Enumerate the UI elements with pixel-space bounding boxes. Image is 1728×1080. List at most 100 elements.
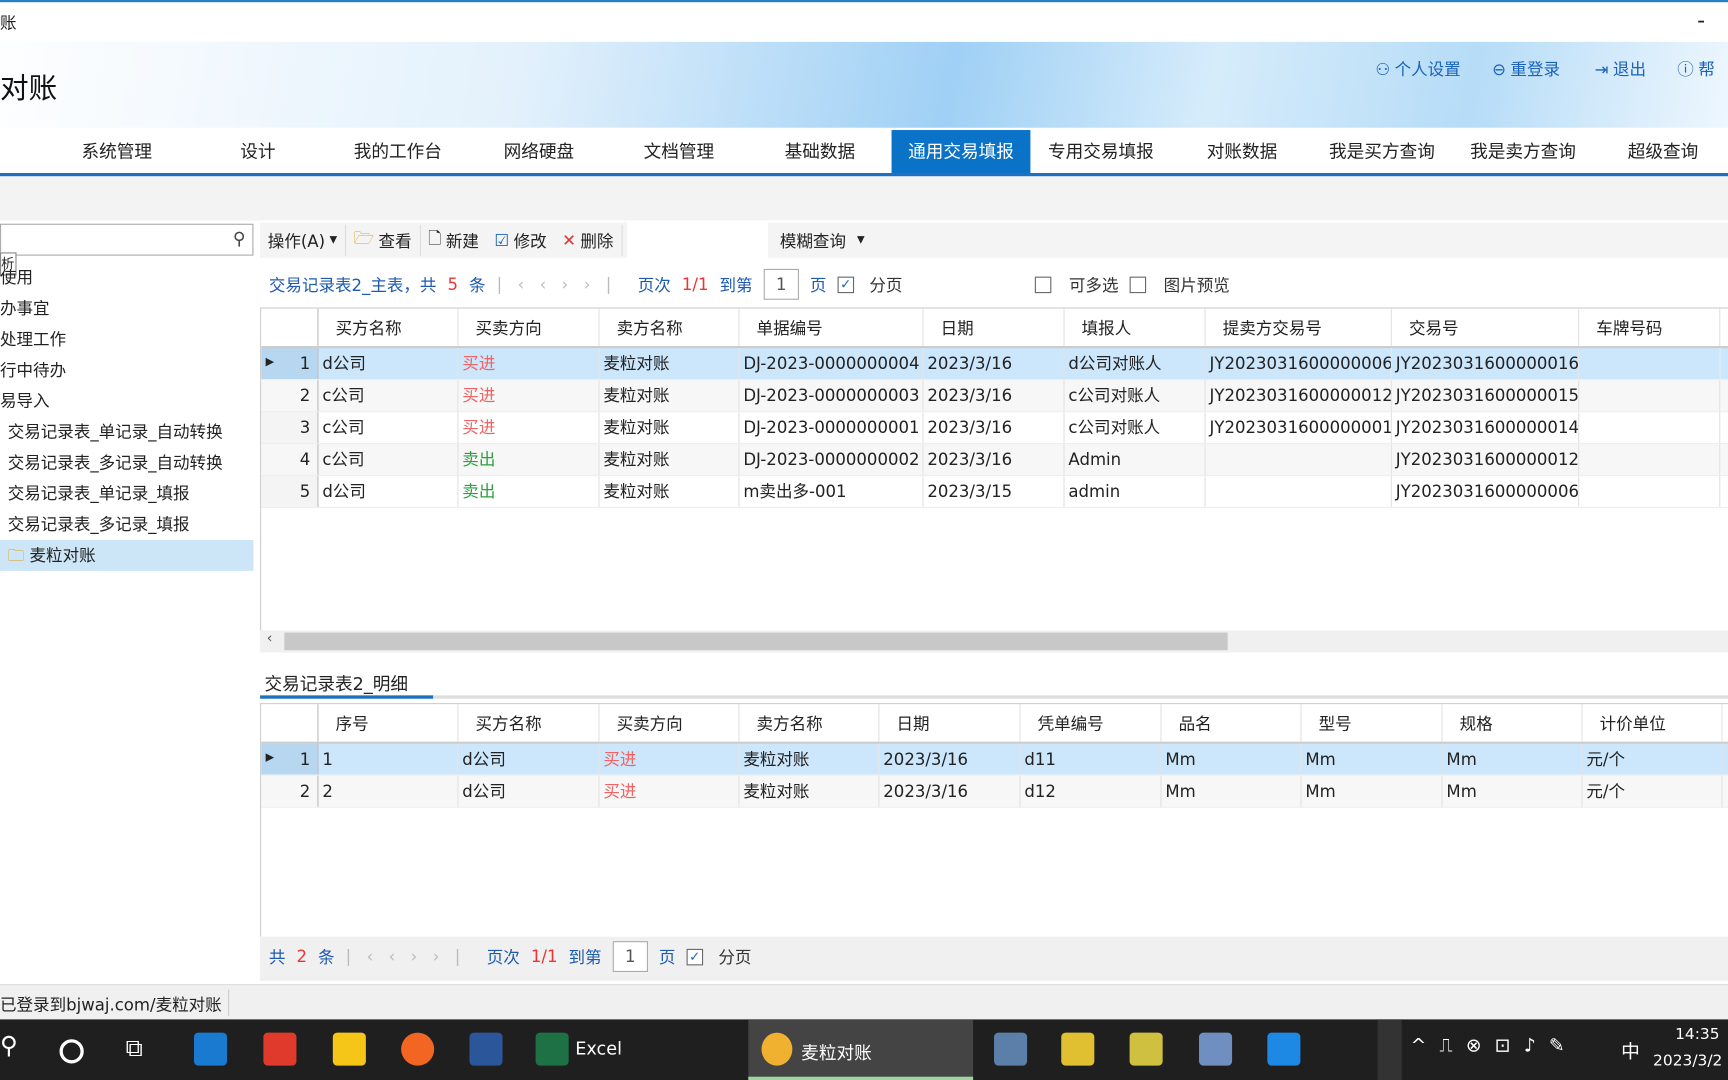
delete-button[interactable]: ✕ 删除 [554, 224, 623, 256]
table-cell[interactable]: 买进 [598, 742, 739, 776]
table-cell[interactable]: c公司对账人 [1063, 411, 1206, 444]
sidebar-item[interactable]: 处理工作 [0, 324, 253, 355]
table-cell[interactable] [1204, 443, 1392, 476]
column-header[interactable]: 买方名称 [457, 704, 599, 744]
row-number[interactable]: 2 [261, 774, 318, 808]
table-cell[interactable]: 2023/3/16 [922, 443, 1065, 476]
column-header[interactable]: 日期 [922, 308, 1065, 349]
table-cell[interactable]: d11 [1019, 742, 1161, 776]
table-cell[interactable]: JY2023031600000016 [1390, 347, 1579, 380]
scrollbar-thumb[interactable] [284, 632, 1228, 651]
table-cell[interactable]: d公司 [457, 742, 599, 776]
page-input[interactable]: 1 [763, 268, 799, 300]
page-input[interactable]: 1 [612, 941, 648, 972]
fuzzy-search-input[interactable] [626, 222, 768, 258]
table-cell[interactable]: d12 [1019, 774, 1161, 808]
table-row[interactable]: 5 d公司 卖出 麦粒对账 m卖出多-001 2023/3/15 admin JY202303… [261, 474, 1728, 508]
table-cell[interactable]: DJ-2023-0000000004 [738, 347, 923, 380]
table-cell[interactable]: d公司对账人 [1063, 347, 1206, 380]
driver-app-icon[interactable] [263, 1032, 297, 1066]
table-cell[interactable]: 2023/3/16 [878, 742, 1020, 776]
ime-indicator[interactable]: 中 [1621, 1036, 1640, 1063]
column-header[interactable]: 规格 [1441, 704, 1582, 744]
nav-item[interactable]: 我的工作台 [328, 130, 467, 173]
table-cell[interactable]: d公司 [317, 474, 458, 508]
personal-settings-link[interactable]: ⚇ 个人设置 [1375, 57, 1460, 80]
table-cell[interactable]: 2023/3/15 [922, 474, 1065, 508]
table-cell[interactable]: 元/个 [1581, 742, 1722, 776]
sidebar-search-input[interactable]: ⚲ [0, 223, 254, 256]
column-header[interactable]: 卖方名称 [598, 308, 739, 349]
sidebar-item[interactable]: 行中待办 [0, 355, 253, 386]
task-view-icon[interactable]: ⧉ [126, 1035, 143, 1063]
excel-icon[interactable] [535, 1032, 569, 1066]
nav-item[interactable]: 设计 [188, 130, 327, 173]
table-cell[interactable]: DJ-2023-0000000001 [738, 411, 923, 444]
page-nav-buttons[interactable]: |‹‹››| [346, 947, 476, 967]
edit-button[interactable]: ☑ 修改 [487, 225, 555, 256]
column-header[interactable]: 提卖方交易号 [1204, 308, 1392, 349]
nav-item[interactable]: 超级查询 [1594, 130, 1728, 173]
column-header[interactable]: 单据编号 [738, 308, 923, 349]
table-cell[interactable]: 买进 [457, 411, 599, 444]
calculator-icon[interactable] [994, 1032, 1028, 1066]
excel-label[interactable]: Excel [575, 1038, 622, 1059]
column-header[interactable]: 序号 [317, 704, 458, 744]
table-row[interactable]: ▶ 1 d公司 买进 麦粒对账 DJ-2023-0000000004 2023/3/16 d公… [261, 347, 1728, 380]
sidebar-item[interactable]: 交易记录表_单记录_填报 [0, 478, 253, 509]
app-v2-icon[interactable] [1129, 1032, 1163, 1066]
table-cell[interactable]: 2023/3/16 [878, 774, 1020, 808]
new-button[interactable]: 🗋 新建 [420, 225, 486, 256]
nav-item[interactable]: 系统管理 [47, 130, 186, 173]
taskbar-active-app[interactable]: 麦粒对账 [748, 1019, 974, 1080]
nav-item[interactable]: 我是卖方查询 [1454, 130, 1593, 173]
table-cell[interactable]: d公司 [457, 774, 599, 808]
sidebar-item[interactable]: 易导入 [0, 386, 253, 417]
table-cell[interactable]: 元/个 [1581, 774, 1722, 808]
table-cell[interactable]: Mm [1300, 774, 1443, 808]
table-cell[interactable]: 麦粒对账 [598, 347, 739, 380]
notes-app-icon[interactable] [332, 1032, 366, 1066]
search-icon[interactable]: ⚲ [233, 228, 246, 249]
column-header[interactable]: 卖方名称 [738, 704, 879, 744]
table-cell[interactable] [1578, 411, 1720, 444]
row-number[interactable]: 5 [261, 474, 318, 508]
nav-item[interactable]: 专用交易填报 [1032, 130, 1171, 173]
table-cell[interactable]: Admin [1063, 443, 1206, 476]
app-v-icon[interactable] [1061, 1032, 1095, 1066]
table-cell[interactable]: d公司 [317, 347, 458, 380]
table-cell[interactable] [1578, 379, 1720, 412]
cortana-icon[interactable] [59, 1039, 84, 1064]
table-cell[interactable]: 麦粒对账 [598, 474, 739, 508]
table-cell[interactable]: Mm [1441, 742, 1582, 776]
table-row[interactable]: 4 c公司 卖出 麦粒对账 DJ-2023-0000000002 2023/3/16 Adm… [261, 443, 1728, 476]
column-header[interactable]: 型号 [1300, 704, 1443, 744]
tray-icons[interactable]: ^⎍⊗⊡♪✎ [1411, 1035, 1578, 1057]
nav-item[interactable]: 对账数据 [1173, 130, 1312, 173]
paging-checkbox[interactable]: ✓ [686, 948, 703, 965]
table-cell[interactable]: 2 [317, 774, 458, 808]
sidebar-item[interactable]: 使用 [0, 262, 253, 293]
table-row[interactable]: 3 c公司 买进 麦粒对账 DJ-2023-0000000001 2023/3/16 c公司… [261, 411, 1728, 444]
table-cell[interactable]: 买进 [598, 774, 739, 808]
table-cell[interactable]: 2023/3/16 [922, 347, 1065, 380]
nav-item[interactable]: 网络硬盘 [469, 130, 608, 173]
paging-checkbox[interactable]: ✓ [837, 276, 854, 293]
table-cell[interactable]: Mm [1160, 774, 1301, 808]
table-cell[interactable]: JY2023031600000012 [1204, 379, 1392, 412]
cloud-app-icon[interactable] [1267, 1032, 1301, 1066]
nav-item[interactable]: 文档管理 [609, 130, 748, 173]
table-cell[interactable]: 麦粒对账 [598, 443, 739, 476]
table-cell[interactable]: 买进 [457, 347, 599, 380]
row-number[interactable]: ▶ 1 [261, 742, 318, 776]
table-cell[interactable] [1578, 347, 1720, 380]
column-header[interactable]: 计价单位 [1581, 704, 1722, 744]
image-preview-checkbox[interactable] [1129, 276, 1147, 293]
scroll-left-icon[interactable]: ‹ [267, 630, 273, 647]
row-number[interactable]: 4 [261, 443, 318, 476]
table-cell[interactable]: 1 [317, 742, 458, 776]
row-number[interactable]: 2 [261, 379, 318, 412]
nav-item[interactable]: 通用交易填报 [891, 130, 1031, 174]
column-header[interactable]: 买卖方向 [598, 704, 739, 744]
table-cell[interactable]: 2023/3/16 [922, 379, 1065, 412]
